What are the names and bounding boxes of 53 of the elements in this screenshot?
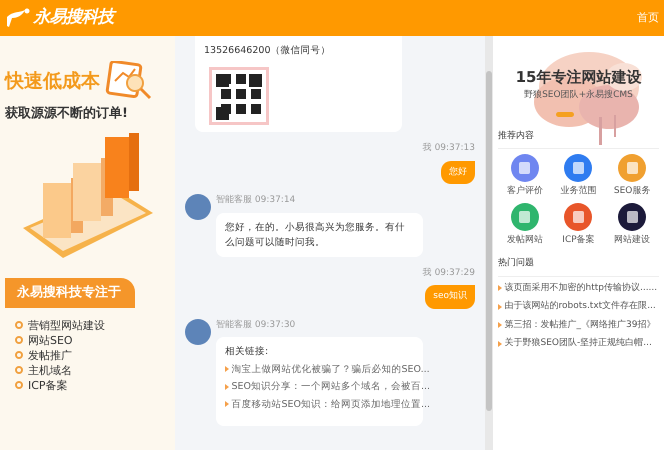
- scrollbar-thumb[interactable]: [486, 71, 492, 411]
- service-item: 网站SEO: [28, 332, 73, 348]
- banner-title: 15年专注网站建设: [516, 67, 642, 88]
- category-link[interactable]: 发帖网站: [506, 234, 543, 247]
- logo-icon: [5, 7, 31, 29]
- related-link[interactable]: 淘宝上做网站优化被骗了？骗后必知的SEO...: [232, 362, 430, 376]
- message-meta: 智能客服 09:37:30: [216, 318, 296, 332]
- bullet-icon: [15, 351, 23, 359]
- message-meta: 我 09:37:13: [422, 142, 475, 155]
- bullet-icon: [225, 384, 229, 390]
- service-item: 主机域名: [28, 362, 72, 378]
- section-heading: 热门问题: [498, 257, 659, 276]
- question-link[interactable]: 关于野狼SEO团队-坚持正规纯白帽...: [504, 337, 652, 350]
- bullet-icon: [498, 285, 502, 292]
- bot-message: 您好，在的。小易很高兴为您服务。有什么问题可以随时问我。: [216, 212, 423, 256]
- category-link[interactable]: 网站建设: [614, 234, 650, 247]
- question-link[interactable]: 第三招：发帖推广_《网络推广39招》: [504, 318, 656, 332]
- block-shape: [104, 133, 138, 198]
- bullet-icon: [15, 381, 23, 389]
- service-item: 发帖推广: [28, 348, 72, 362]
- question-link[interactable]: 该页面采用不加密的http传输协议......: [504, 282, 658, 295]
- user-message: seo知识: [425, 285, 475, 308]
- service-item: 营销型网站建设: [28, 318, 105, 332]
- message-meta: 我 09:37:29: [422, 266, 475, 280]
- category-link[interactable]: ICP备案: [562, 234, 595, 247]
- section-heading: 推荐内容: [498, 130, 659, 149]
- category-icon[interactable]: [618, 203, 646, 231]
- links-heading: 相关链接:: [225, 345, 270, 359]
- related-link[interactable]: 百度移动站SEO知识：给网页添加地理位置...: [232, 396, 430, 412]
- subheadline-text: 获取源源不断的订单!: [5, 104, 129, 122]
- bullet-icon: [225, 401, 229, 407]
- bullet-icon: [15, 321, 23, 329]
- bullet-icon: [15, 366, 23, 374]
- section-title: 永易搜科技专注于: [5, 278, 135, 308]
- category-link[interactable]: 客户评价: [506, 184, 543, 198]
- related-link[interactable]: SEO知识分享：一个网站多个域名，会被百...: [232, 379, 430, 394]
- avatar-icon: [185, 318, 211, 344]
- phone-text: 13526646200（微信同号）: [204, 44, 332, 58]
- bullet-icon: [498, 304, 502, 310]
- message-meta: 智能客服 09:37:14: [216, 194, 296, 207]
- banner-subtitle: 野狼SEO团队+永易搜CMS: [524, 88, 633, 102]
- bullet-icon: [498, 322, 502, 328]
- bullet-icon: [15, 336, 23, 344]
- user-message: 您好: [441, 160, 475, 184]
- chart-magnifier-icon: [105, 61, 153, 101]
- bullet-icon: [498, 340, 502, 347]
- headline-text: 快速低成本: [5, 72, 100, 90]
- service-item: ICP备案: [28, 378, 68, 392]
- bullet-icon: [225, 366, 229, 372]
- category-link[interactable]: 业务范围: [560, 184, 596, 198]
- avatar-icon: [185, 194, 211, 220]
- question-link[interactable]: 由于该网站的robots.txt文件存在限...: [504, 300, 656, 314]
- category-link[interactable]: SEO服务: [614, 184, 650, 198]
